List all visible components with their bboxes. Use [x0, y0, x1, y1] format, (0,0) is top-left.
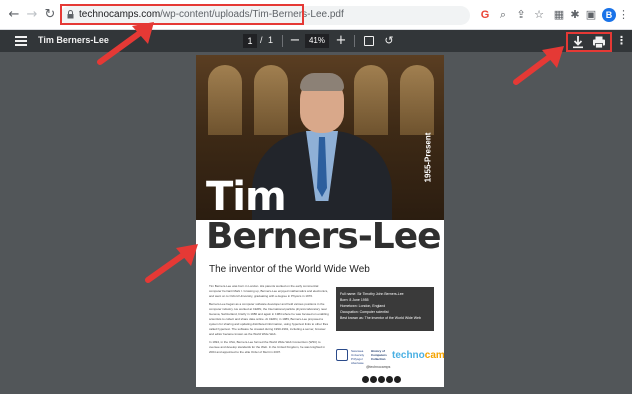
youtube-icon	[386, 376, 393, 383]
rotate-icon[interactable]: ↺	[382, 34, 396, 48]
portrait-hair	[300, 73, 344, 91]
url-annotation-box	[60, 4, 304, 25]
menu-icon[interactable]	[15, 36, 27, 46]
background-window	[354, 65, 388, 135]
social-handle: @technocamps	[366, 365, 391, 369]
toolbar-divider	[354, 35, 355, 47]
last-name-heading: Berners-Lee	[206, 216, 442, 257]
profile-avatar[interactable]: B	[602, 8, 616, 22]
page-total: 1	[268, 35, 274, 45]
background-window	[208, 65, 242, 135]
fact-line: Best known as: The inventor of the World…	[340, 316, 421, 320]
forward-icon[interactable]: →	[24, 7, 40, 23]
zoom-out-button[interactable]: −	[288, 32, 302, 50]
instagram-icon	[378, 376, 385, 383]
linkedin-icon	[394, 376, 401, 383]
browser-window: ← → ↻ technocamps.com/wp-content/uploads…	[0, 0, 632, 394]
more-vert-icon[interactable]: ⋮	[616, 34, 627, 48]
google-icon[interactable]: G	[478, 8, 492, 22]
university-name: Swansea University Prifysgol Abertawe	[351, 349, 365, 365]
biography-paragraph: In 1994, in the USA, Berners-Lee formed …	[209, 340, 326, 354]
page-separator: /	[260, 35, 263, 45]
years-label: 1955-Present	[423, 132, 433, 183]
zoom-in-button[interactable]: +	[334, 32, 348, 50]
museum-name: History of Computers Collection	[371, 349, 387, 361]
first-name-heading: Tim	[206, 174, 287, 220]
pdf-toolbar: Tim Berners-Lee 1 / 1 − 41% + ↺	[0, 30, 632, 52]
zoom-icon[interactable]: ⌕	[496, 8, 510, 22]
share-icon[interactable]: ⇪	[514, 8, 528, 22]
biography-paragraph: Berners-Lee began as a computer software…	[209, 302, 329, 336]
download-print-annotation-box	[566, 32, 612, 52]
fit-page-icon[interactable]	[364, 36, 374, 46]
back-icon[interactable]: ←	[6, 7, 22, 23]
biography-paragraph: Tim Berners-Lee was born in London. His …	[209, 284, 329, 298]
twitter-icon	[370, 376, 377, 383]
biography-text: Tim Berners-Lee was born in London. His …	[209, 284, 329, 358]
pdf-title: Tim Berners-Lee	[38, 35, 109, 45]
pdf-page: 1955-Present Tim Berners-Lee The invento…	[196, 55, 444, 387]
sidebar-icon[interactable]: ▣	[584, 8, 598, 22]
facts-box: Full name: Sir Timothy John Berners-Lee …	[336, 287, 434, 331]
toolbar-divider	[282, 35, 283, 47]
facebook-icon	[362, 376, 369, 383]
bookmark-star-icon[interactable]: ☆	[532, 8, 546, 22]
reload-icon[interactable]: ↻	[42, 7, 58, 23]
puzzle-icon[interactable]: ✱	[568, 8, 582, 22]
logo-part-camps: camps	[424, 350, 444, 361]
university-crest-icon	[336, 349, 348, 361]
document-subtitle: The inventor of the World Wide Web	[209, 264, 370, 275]
zoom-level-input[interactable]: 41%	[305, 34, 329, 48]
extensions-icon[interactable]: ▦	[552, 8, 566, 22]
social-icons	[362, 370, 402, 383]
background-window	[254, 65, 288, 135]
technocamps-logo: technocamps	[392, 350, 444, 361]
logo-part-techno: techno	[392, 350, 425, 361]
page-number-input[interactable]: 1	[243, 34, 257, 48]
background-window	[400, 65, 434, 135]
browser-toolbar: ← → ↻ technocamps.com/wp-content/uploads…	[0, 0, 632, 30]
chrome-menu-icon[interactable]: ⋮	[618, 8, 629, 22]
